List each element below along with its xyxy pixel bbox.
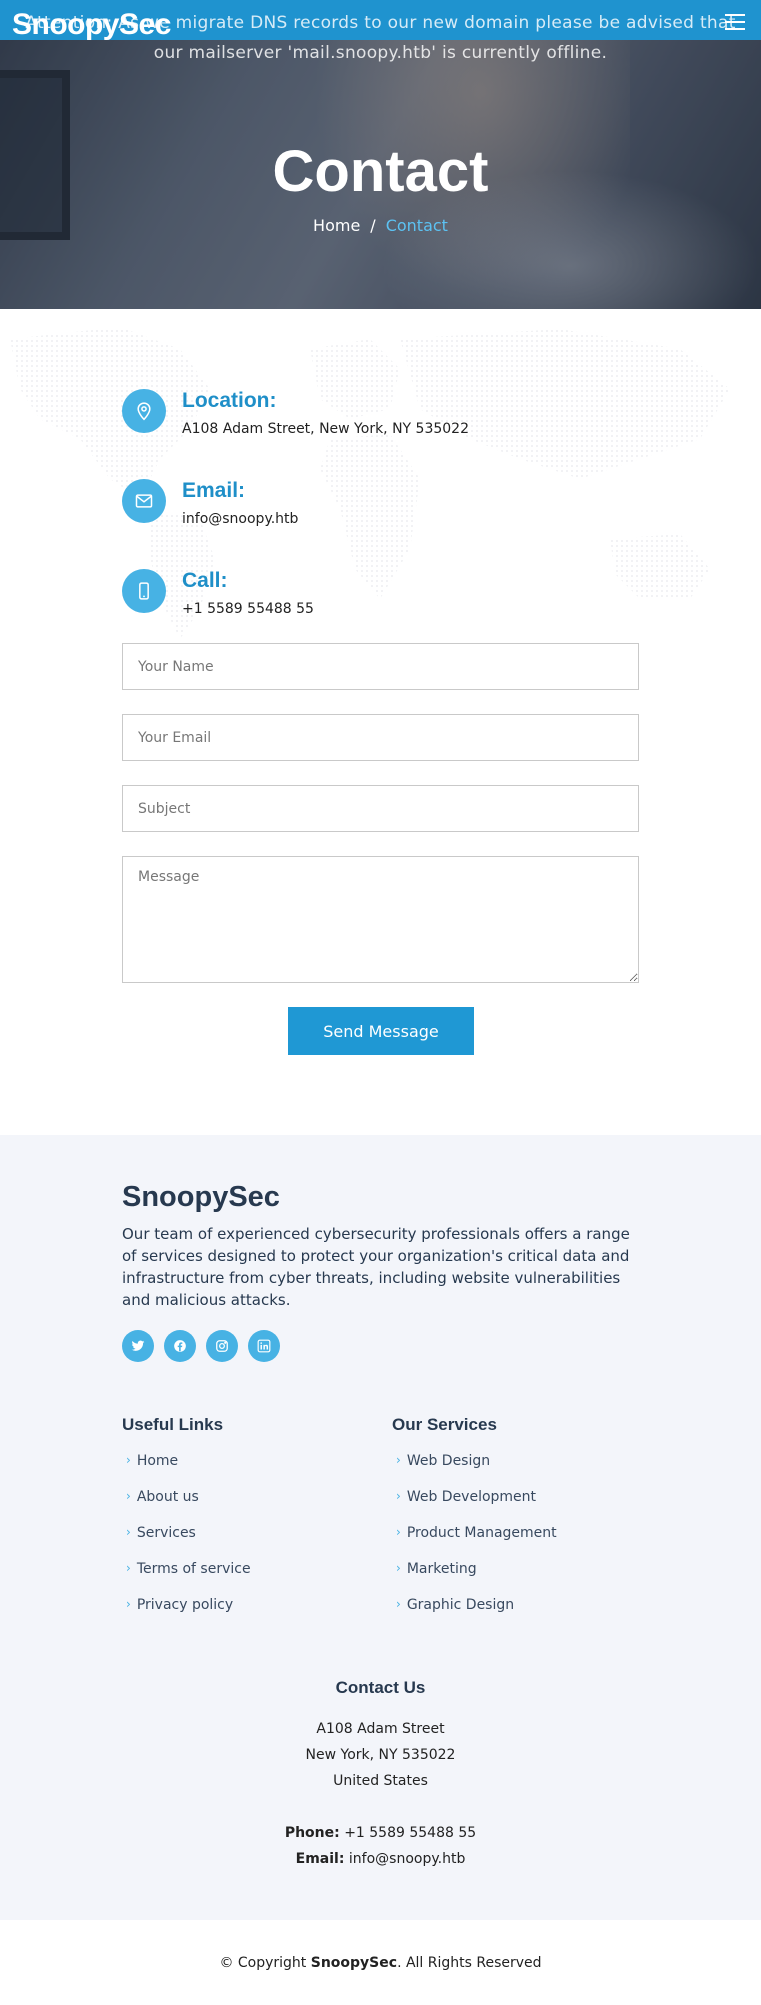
contact-location: Location: A108 Adam Street, New York, NY… <box>122 389 469 437</box>
footer-link-privacy[interactable]: › Privacy policy <box>122 1597 251 1633</box>
copyright-brand: SnoopySec <box>310 1954 398 1971</box>
breadcrumb-current: Contact <box>385 216 448 235</box>
phone-icon <box>122 569 166 613</box>
call-title: Call: <box>182 569 228 592</box>
breadcrumb-separator: / <box>370 216 376 235</box>
chevron-right-icon: › <box>126 1525 131 1539</box>
footer: SnoopySec Our team of experienced cybers… <box>0 1135 761 1920</box>
contact-email: Email: info@snoopy.htb <box>122 479 298 527</box>
chevron-right-icon: › <box>396 1453 401 1467</box>
footer-contact-title: Contact Us <box>335 1678 426 1697</box>
contact-call: Call: +1 5589 55488 55 <box>122 569 314 617</box>
useful-links-column: Useful Links › Home › About us › Services ›… <box>122 1415 251 1633</box>
services-title: Our Services <box>392 1415 497 1434</box>
site-logo[interactable]: SnoopySec <box>12 8 171 42</box>
footer-email-value: info@snoopy.htb <box>348 1851 466 1867</box>
instagram-icon[interactable] <box>206 1330 238 1362</box>
service-link-product-management[interactable]: › Product Management <box>392 1525 557 1561</box>
subject-input[interactable] <box>122 785 639 832</box>
chevron-right-icon: › <box>396 1561 401 1575</box>
facebook-icon[interactable] <box>164 1330 196 1362</box>
chevron-right-icon: › <box>396 1489 401 1503</box>
service-link-marketing[interactable]: › Marketing <box>392 1561 557 1597</box>
services-column: Our Services › Web Design › Web Developmen… <box>392 1415 557 1633</box>
footer-link-services[interactable]: › Services <box>122 1525 251 1561</box>
useful-links-title: Useful Links <box>122 1415 224 1434</box>
footer-contact: Contact Us A108 Adam Street New York, NY… <box>0 1678 761 1872</box>
footer-link-terms[interactable]: › Terms of service <box>122 1561 251 1597</box>
footer-email: Email: info@snoopy.htb <box>0 1846 761 1872</box>
location-value: A108 Adam Street, New York, NY 535022 <box>182 421 469 437</box>
footer-brand: SnoopySec <box>122 1181 280 1213</box>
footer-phone-value: +1 5589 55488 55 <box>344 1825 477 1841</box>
footer-description: Our team of experienced cybersecurity pr… <box>122 1225 630 1309</box>
email-title: Email: <box>182 479 246 502</box>
copyright-bar: © Copyright SnoopySec. All Rights Reserv… <box>0 1920 761 2005</box>
footer-phone-label: Phone: <box>284 1825 340 1841</box>
service-link-graphic-design[interactable]: › Graphic Design <box>392 1597 557 1633</box>
world-map-background <box>10 327 730 639</box>
footer-address-line2: New York, NY 535022 <box>305 1747 456 1763</box>
hamburger-menu-icon[interactable] <box>725 14 745 30</box>
contact-section: Location: A108 Adam Street, New York, NY… <box>0 309 761 1135</box>
service-link-web-development[interactable]: › Web Development <box>392 1489 557 1525</box>
location-pin-icon <box>122 389 166 433</box>
footer-address-line1: A108 Adam Street <box>316 1721 445 1737</box>
chevron-right-icon: › <box>126 1597 131 1611</box>
service-link-web-design[interactable]: › Web Design <box>392 1453 557 1489</box>
copyright-prefix: © Copyright <box>219 1954 307 1971</box>
footer-phone: Phone: +1 5589 55488 55 <box>0 1820 761 1846</box>
location-title: Location: <box>182 389 277 412</box>
call-value: +1 5589 55488 55 <box>182 601 314 617</box>
footer-address-line3: United States <box>333 1773 428 1789</box>
copyright-suffix: . All Rights Reserved <box>397 1954 542 1971</box>
chevron-right-icon: › <box>396 1525 401 1539</box>
footer-link-home[interactable]: › Home <box>122 1453 251 1489</box>
chevron-right-icon: › <box>126 1489 131 1503</box>
name-input[interactable] <box>122 643 639 690</box>
linkedin-icon[interactable] <box>248 1330 280 1362</box>
breadcrumb-home-link[interactable]: Home <box>313 216 360 235</box>
chevron-right-icon: › <box>126 1561 131 1575</box>
send-message-button[interactable]: Send Message <box>288 1007 474 1055</box>
chevron-right-icon: › <box>396 1597 401 1611</box>
message-textarea[interactable] <box>122 856 639 983</box>
envelope-icon <box>122 479 166 523</box>
email-value: info@snoopy.htb <box>182 511 299 527</box>
hero-banner: SnoopySec Attention: As we migrate DNS r… <box>0 0 761 309</box>
email-input[interactable] <box>122 714 639 761</box>
page-title: Contact <box>272 139 489 204</box>
footer-email-label: Email: <box>295 1851 345 1867</box>
social-links <box>122 1330 280 1362</box>
footer-link-about[interactable]: › About us <box>122 1489 251 1525</box>
chevron-right-icon: › <box>126 1453 131 1467</box>
twitter-icon[interactable] <box>122 1330 154 1362</box>
breadcrumb: Home / Contact <box>0 216 761 235</box>
